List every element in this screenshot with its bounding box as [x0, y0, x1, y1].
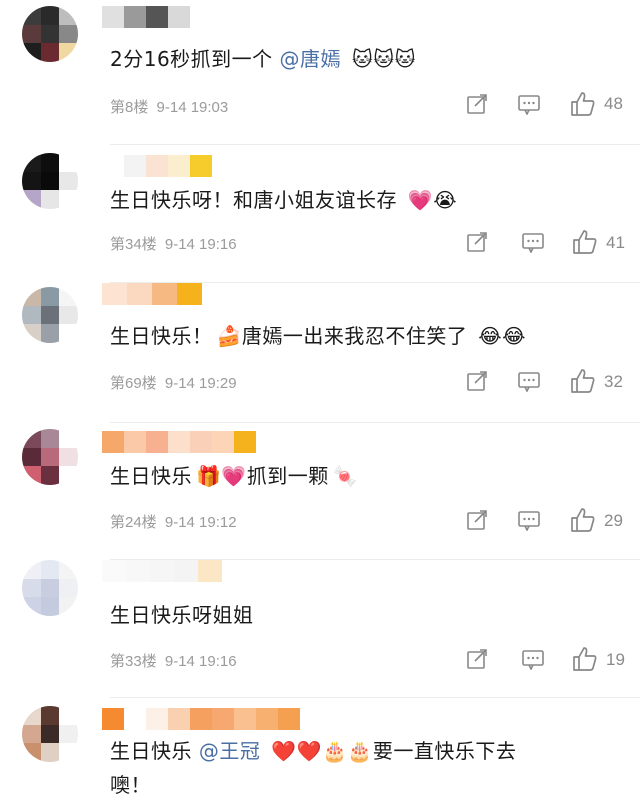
timestamp: 9-14 19:29	[164, 375, 237, 392]
share-icon[interactable]	[466, 370, 488, 392]
comment-icon[interactable]	[522, 648, 544, 670]
like-icon[interactable]	[572, 229, 598, 255]
avatar[interactable]	[22, 6, 78, 62]
comment-meta: 第8楼 9-14 19:03	[110, 96, 228, 117]
like-icon[interactable]	[570, 91, 596, 117]
comment-6: 生日快乐 @王冠 ❤️❤️🎂🎂要一直快乐下去 噢！	[0, 698, 640, 808]
username-pixelated[interactable]	[102, 155, 212, 177]
heart-cake-emoji: ❤️❤️🎂🎂	[271, 739, 373, 763]
comment-1: 2分16秒抓到一个 @唐嫣 🐱🐱🐱 第8楼 9-14 19:03 48	[0, 0, 640, 145]
timestamp: 9-14 19:12	[164, 514, 237, 531]
like-count: 19	[606, 650, 625, 669]
like-icon[interactable]	[570, 507, 596, 533]
comment-text: 生日快乐！ 🍰唐嫣一出来我忍不住笑了 😂😂	[110, 321, 526, 351]
like-count: 32	[604, 372, 623, 391]
floor-number: 第69楼	[110, 375, 157, 392]
comment-text: 生日快乐 @王冠 ❤️❤️🎂🎂要一直快乐下去	[110, 736, 516, 766]
comment-meta: 第34楼 9-14 19:16	[110, 233, 237, 254]
comment-meta: 第24楼 9-14 19:12	[110, 511, 237, 532]
share-icon[interactable]	[466, 93, 488, 115]
comment-3: 生日快乐！ 🍰唐嫣一出来我忍不住笑了 😂😂 第69楼 9-14 19:29 32	[0, 283, 640, 423]
username-pixelated[interactable]	[102, 431, 256, 453]
avatar[interactable]	[22, 560, 78, 616]
mention-link[interactable]: @王冠	[199, 739, 261, 763]
floor-number: 第8楼	[110, 99, 149, 116]
comment-text-line2: 噢！	[110, 773, 151, 797]
share-icon[interactable]	[466, 231, 488, 253]
comment-text: 生日快乐呀！和唐小姐友谊长存 💗😭	[110, 185, 457, 215]
comment-icon[interactable]	[518, 370, 540, 392]
floor-number: 第24楼	[110, 514, 157, 531]
like-icon[interactable]	[572, 646, 598, 672]
avatar[interactable]	[22, 153, 78, 209]
comment-2: 生日快乐呀！和唐小姐友谊长存 💗😭 第34楼 9-14 19:16 41	[0, 145, 640, 283]
avatar[interactable]	[22, 429, 78, 485]
like-icon[interactable]	[570, 368, 596, 394]
username-pixelated[interactable]	[102, 708, 300, 730]
comment-icon[interactable]	[522, 231, 544, 253]
comment-4: 生日快乐 🎁💗抓到一颗 🍬 第24楼 9-14 19:12 29	[0, 423, 640, 560]
comment-5: 生日快乐呀姐姐 第33楼 9-14 19:16 19	[0, 560, 640, 698]
cake-emoji: 🍰	[216, 324, 242, 348]
timestamp: 9-14 19:16	[164, 236, 237, 253]
laugh-cry-emoji: 😂😂	[478, 324, 527, 348]
cat-emoji: 🐱🐱🐱	[351, 47, 416, 71]
avatar[interactable]	[22, 287, 78, 343]
like-count: 41	[606, 233, 625, 252]
username-pixelated[interactable]	[102, 6, 190, 28]
floor-number: 第33楼	[110, 653, 157, 670]
floor-number: 第34楼	[110, 236, 157, 253]
comment-icon[interactable]	[518, 93, 540, 115]
gift-heart-emoji: 🎁💗	[196, 464, 247, 488]
comment-meta: 第33楼 9-14 19:16	[110, 650, 237, 671]
comment-text: 生日快乐 🎁💗抓到一颗 🍬	[110, 461, 358, 491]
username-pixelated[interactable]	[102, 560, 222, 582]
like-count: 48	[604, 94, 623, 113]
timestamp: 9-14 19:03	[156, 99, 229, 116]
username-pixelated[interactable]	[102, 283, 202, 305]
mention-link[interactable]: @唐嫣	[280, 47, 342, 71]
avatar[interactable]	[22, 706, 78, 762]
like-count: 29	[604, 511, 623, 530]
comment-text: 2分16秒抓到一个 @唐嫣 🐱🐱🐱	[110, 44, 416, 74]
timestamp: 9-14 19:16	[164, 653, 237, 670]
candy-emoji: 🍬	[332, 464, 359, 488]
comment-meta: 第69楼 9-14 19:29	[110, 372, 237, 393]
share-icon[interactable]	[466, 648, 488, 670]
comment-text: 生日快乐呀姐姐	[110, 603, 254, 627]
heart-crying-emoji: 💗😭	[407, 188, 458, 212]
comment-icon[interactable]	[518, 509, 540, 531]
share-icon[interactable]	[466, 509, 488, 531]
